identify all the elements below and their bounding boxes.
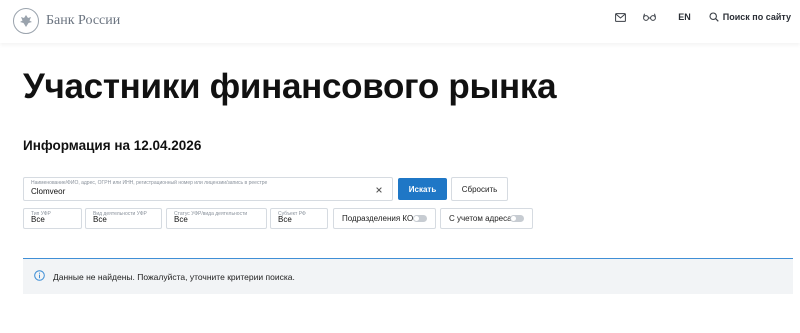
filter-status[interactable]: Статус УФР/вида деятельности Все (166, 208, 267, 229)
filter-activity-type[interactable]: Вид деятельности УФР Все (85, 208, 162, 229)
search-button[interactable]: Искать (398, 178, 447, 200)
filter-value: Все (31, 215, 45, 224)
filter-value: Все (93, 215, 107, 224)
logo-text: Банк России (46, 13, 121, 28)
clear-icon[interactable] (374, 185, 384, 195)
notice-message: Данные не найдены. Пожалуйста, уточните … (53, 271, 295, 282)
toggle-switch[interactable] (510, 215, 524, 222)
info-date: Информация на 12.04.2026 (23, 138, 202, 153)
toggle-label: Подразделения КО (342, 214, 414, 223)
search-input[interactable]: Наименование/ФИО, адрес, ОГРН или ИНН, р… (23, 177, 393, 201)
header-actions: EN Поиск по сайту (615, 12, 791, 22)
language-switch[interactable]: EN (678, 12, 691, 22)
search-input-value: Clomveor (31, 187, 66, 196)
glasses-icon[interactable] (643, 13, 657, 21)
site-logo[interactable]: Банк России (13, 8, 120, 34)
search-icon (709, 12, 719, 22)
site-header: Банк России EN Поиск по сайту (0, 0, 800, 43)
reset-button[interactable]: Сбросить (451, 177, 508, 201)
filter-value: Все (278, 215, 292, 224)
toggle-label: С учетом адреса (449, 214, 512, 223)
no-results-notice: Данные не найдены. Пожалуйста, уточните … (23, 258, 793, 294)
toggle-switch[interactable] (413, 215, 427, 222)
search-input-label: Наименование/ФИО, адрес, ОГРН или ИНН, р… (31, 180, 268, 186)
site-search-link[interactable]: Поиск по сайту (709, 12, 791, 22)
page-title: Участники финансового рынка (23, 67, 557, 106)
filter-ufr-type[interactable]: Тип УФР Все (23, 208, 82, 229)
toggle-branches[interactable]: Подразделения КО (333, 208, 436, 229)
toggle-knob (414, 216, 419, 221)
emblem-icon (13, 8, 39, 34)
mail-icon[interactable] (615, 12, 627, 22)
toggle-address[interactable]: С учетом адреса (440, 208, 533, 229)
site-search-label: Поиск по сайту (722, 12, 791, 22)
info-icon (34, 268, 45, 286)
toggle-knob (511, 216, 516, 221)
filter-value: Все (174, 215, 188, 224)
filter-region[interactable]: Субъект РФ Все (270, 208, 328, 229)
